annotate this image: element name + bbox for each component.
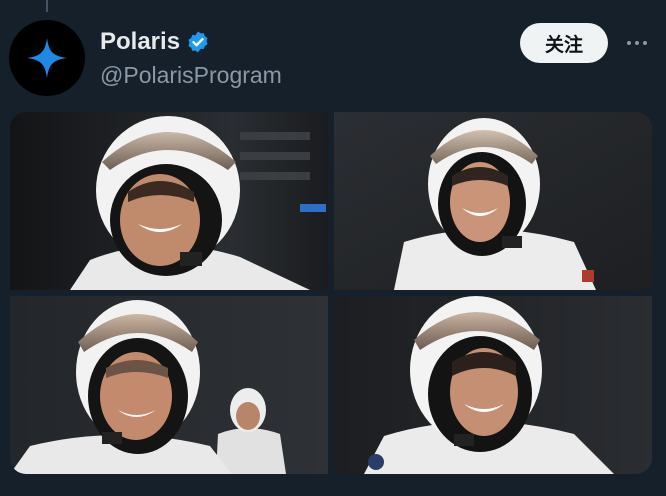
account-handle[interactable]: @PolarisProgram xyxy=(100,62,282,89)
more-horizontal-icon xyxy=(635,41,639,45)
display-name[interactable]: Polaris xyxy=(100,28,210,56)
media-grid xyxy=(10,112,652,474)
avatar[interactable] xyxy=(9,20,85,96)
photo-astronaut-1[interactable] xyxy=(10,112,328,290)
more-horizontal-icon xyxy=(643,41,647,45)
photo-astronaut-4[interactable] xyxy=(334,296,652,474)
more-options-button[interactable] xyxy=(620,30,654,56)
more-horizontal-icon xyxy=(627,41,631,45)
verified-badge-icon xyxy=(188,31,208,53)
follow-button[interactable]: 关注 xyxy=(520,23,608,63)
photo-astronaut-2[interactable] xyxy=(334,112,652,290)
thread-connector-line xyxy=(46,0,48,12)
photo-astronaut-3[interactable] xyxy=(10,296,328,474)
four-point-star-icon xyxy=(27,38,67,78)
display-name-text[interactable]: Polaris xyxy=(100,28,180,56)
